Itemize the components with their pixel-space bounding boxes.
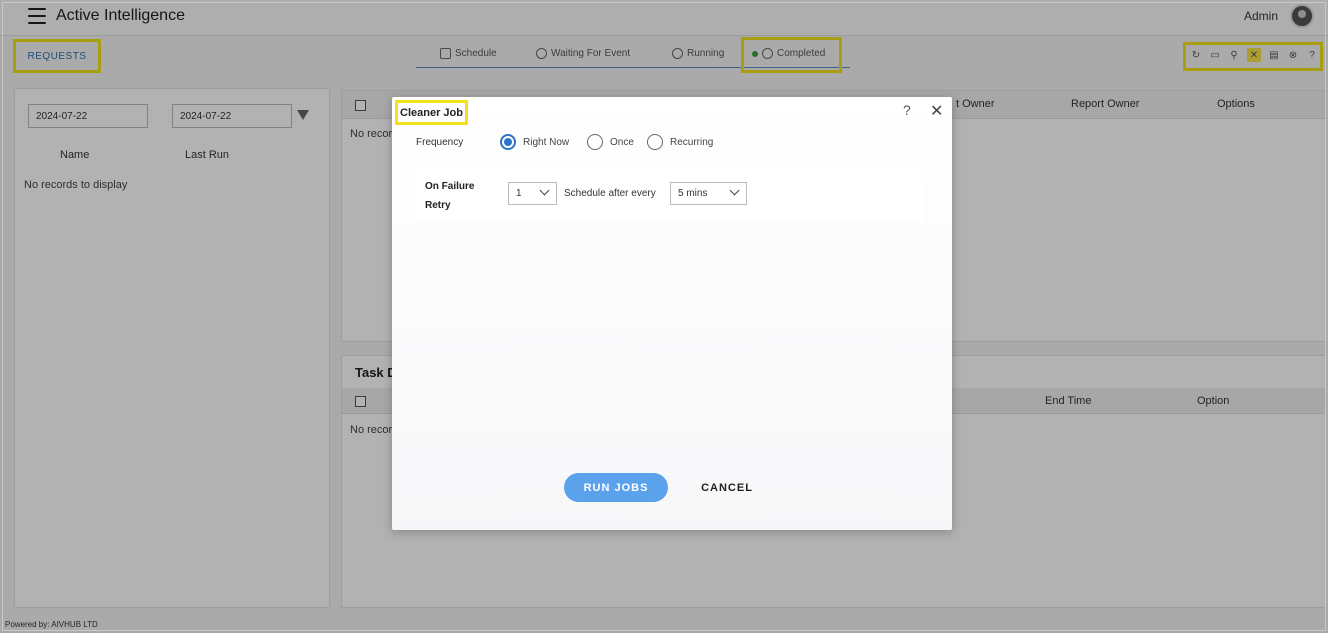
schedule-interval-select[interactable]: 5 mins	[670, 182, 747, 205]
select-value: 1	[516, 188, 522, 199]
select-value: 5 mins	[678, 188, 708, 199]
cleaner-job-dialog: Cleaner Job ? ✕ Frequency Right Now Once…	[392, 97, 952, 530]
dialog-title: Cleaner Job	[400, 107, 463, 119]
cancel-button[interactable]: CANCEL	[692, 473, 762, 502]
radio-once[interactable]	[587, 134, 603, 150]
radio-label-recurring[interactable]: Recurring	[670, 137, 713, 148]
retry-count-select[interactable]: 1	[508, 182, 557, 205]
radio-recurring[interactable]	[647, 134, 663, 150]
schedule-label: Schedule after every	[564, 188, 656, 199]
radio-right-now[interactable]	[500, 134, 516, 150]
help-icon[interactable]: ?	[903, 102, 911, 118]
close-icon[interactable]: ✕	[930, 101, 943, 121]
frequency-label: Frequency	[416, 137, 464, 148]
radio-label-right-now[interactable]: Right Now	[523, 137, 569, 148]
retry-label: On Failure Retry	[425, 181, 475, 211]
retry-settings-card: On Failure Retry 1 Schedule after every …	[416, 164, 924, 222]
chevron-down-icon	[539, 185, 550, 196]
chevron-down-icon	[729, 185, 740, 196]
radio-label-once[interactable]: Once	[610, 137, 634, 148]
run-jobs-button[interactable]: RUN JOBS	[564, 473, 668, 502]
